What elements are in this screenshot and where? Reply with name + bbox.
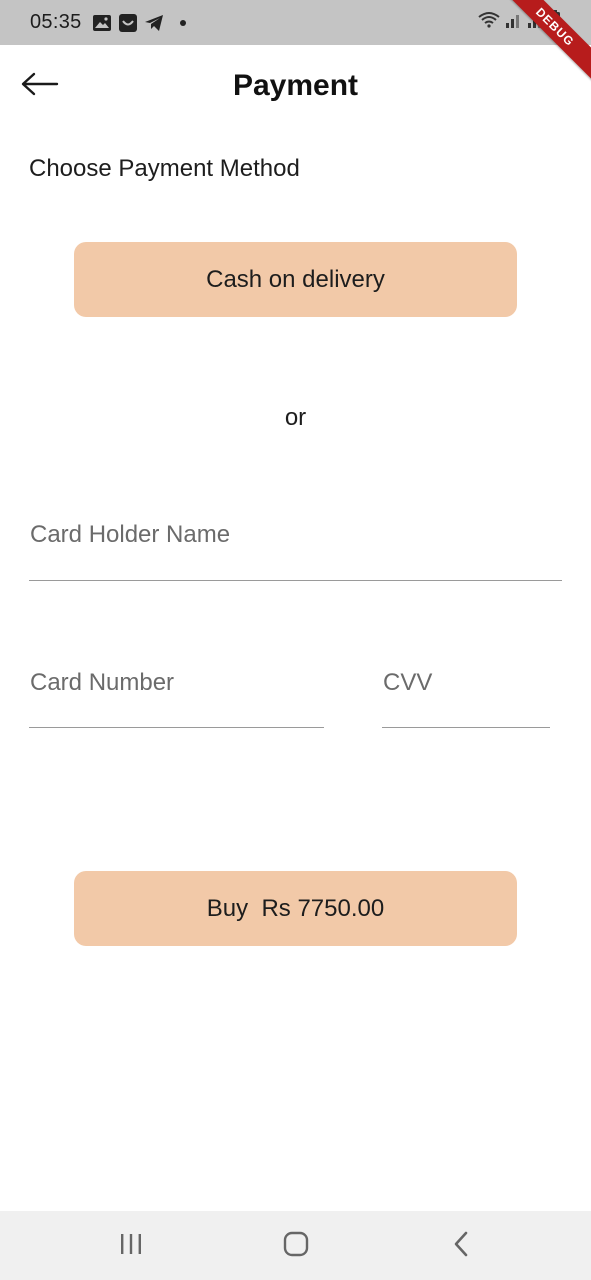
recents-icon	[118, 1232, 144, 1261]
gallery-icon	[92, 14, 112, 32]
payment-method-heading: Choose Payment Method	[29, 155, 300, 182]
status-bar: 05:35	[0, 0, 591, 45]
notification-dot-icon	[180, 20, 186, 26]
signal-icon	[505, 11, 523, 34]
or-divider-label: or	[284, 404, 307, 431]
card-holder-name-input[interactable]	[29, 505, 562, 565]
buy-button[interactable]: Buy Rs 7750.00	[74, 871, 517, 946]
system-nav-bar	[0, 1211, 591, 1280]
recents-button[interactable]	[106, 1228, 156, 1264]
home-icon	[283, 1231, 309, 1262]
telegram-icon	[144, 14, 164, 32]
wifi-icon	[477, 11, 501, 34]
page-title: Payment	[232, 69, 359, 102]
cvv-input[interactable]	[382, 653, 550, 713]
cash-on-delivery-button[interactable]: Cash on delivery	[74, 242, 517, 317]
arrow-left-icon	[21, 72, 59, 101]
status-time: 05:35	[30, 11, 82, 33]
back-chevron-icon	[451, 1231, 471, 1262]
home-button[interactable]	[271, 1228, 321, 1264]
card-number-input[interactable]	[29, 653, 324, 713]
back-button[interactable]	[14, 64, 66, 108]
status-notification-icons	[92, 13, 186, 33]
card-holder-name-field	[29, 505, 562, 581]
nav-back-button[interactable]	[436, 1228, 486, 1264]
card-number-field	[29, 653, 324, 728]
payment-screen: 05:35 DEBUG Payment Choose Payment Metho…	[0, 0, 591, 1280]
cvv-field	[382, 653, 550, 728]
smile-app-icon	[118, 14, 138, 32]
